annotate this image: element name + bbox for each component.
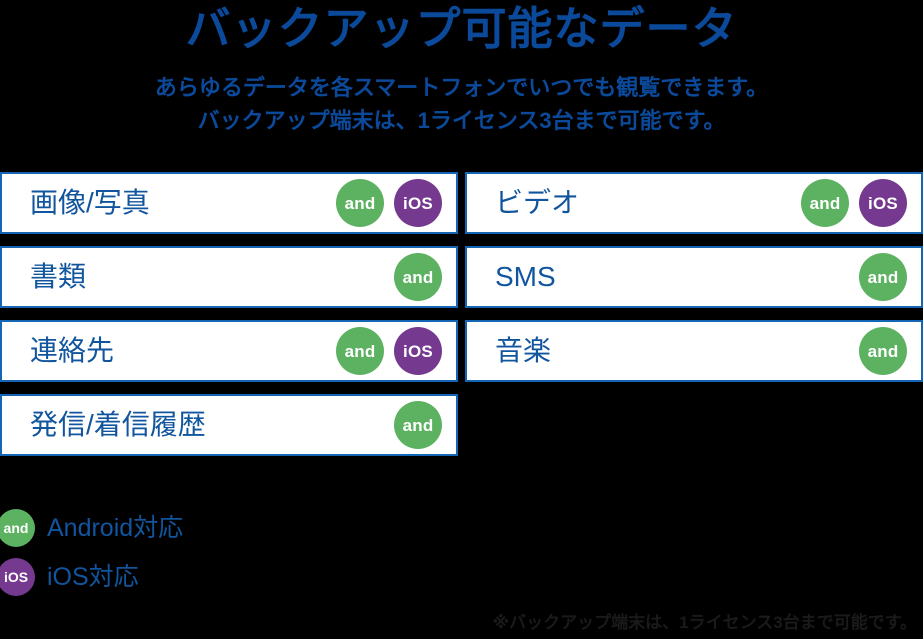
data-type-card[interactable]: ビデオ and iOS (465, 172, 923, 234)
android-badge-icon: and (0, 508, 35, 547)
card-label: 音楽 (495, 335, 552, 366)
grid-row: 発信/着信履歴 and (0, 394, 923, 456)
legend-label: iOS対応 (47, 562, 139, 591)
data-type-grid: 画像/写真 and iOS ビデオ and iOS 書類 and SMS and (0, 172, 923, 468)
subtitle-line-2: バックアップ端末は、1ライセンス3台まで可能です。 (197, 108, 726, 133)
android-badge-icon: and (859, 253, 907, 301)
android-badge-icon: and (336, 179, 384, 227)
ios-badge-icon: iOS (0, 557, 35, 596)
grid-row: 連絡先 and iOS 音楽 and (0, 320, 923, 382)
android-badge-icon: and (801, 179, 849, 227)
card-label: ビデオ (495, 187, 580, 218)
data-type-card[interactable]: 音楽 and (465, 320, 923, 382)
card-label: 連絡先 (30, 335, 115, 366)
ios-badge-icon: iOS (859, 179, 907, 227)
card-badges: and (394, 401, 442, 449)
card-badges: and (394, 253, 442, 301)
legend-item-android: and Android対応 (0, 505, 460, 550)
subtitle-block: あらゆるデータを各スマートフォンでいつでも観覧できます。 バックアップ端末は、1… (0, 71, 923, 137)
android-badge-icon: and (859, 327, 907, 375)
card-badges: and iOS (801, 179, 907, 227)
grid-empty-cell (465, 394, 923, 456)
android-badge-icon: and (336, 327, 384, 375)
card-badges: and (859, 253, 907, 301)
legend-item-ios: iOS iOS対応 (0, 554, 460, 599)
subtitle-line-1: あらゆるデータを各スマートフォンでいつでも観覧できます。 (154, 75, 769, 100)
card-badges: and (859, 327, 907, 375)
page-title: バックアップ可能なデータ (185, 3, 738, 54)
ios-badge-icon: iOS (394, 179, 442, 227)
header: バックアップ可能なデータ あらゆるデータを各スマートフォンでいつでも観覧できます… (0, 0, 923, 137)
card-label: 発信/着信履歴 (30, 409, 206, 440)
data-type-card[interactable]: 発信/着信履歴 and (0, 394, 458, 456)
grid-row: 画像/写真 and iOS ビデオ and iOS (0, 172, 923, 234)
data-type-card[interactable]: 連絡先 and iOS (0, 320, 458, 382)
data-type-card[interactable]: SMS and (465, 246, 923, 308)
legend: and Android対応 iOS iOS対応 (0, 505, 460, 603)
card-label: 書類 (30, 261, 87, 292)
data-type-card[interactable]: 書類 and (0, 246, 458, 308)
legend-label: Android対応 (47, 513, 184, 542)
card-label: 画像/写真 (30, 187, 150, 218)
android-badge-icon: and (394, 253, 442, 301)
android-badge-icon: and (394, 401, 442, 449)
card-badges: and iOS (336, 327, 442, 375)
card-badges: and iOS (336, 179, 442, 227)
grid-row: 書類 and SMS and (0, 246, 923, 308)
footnote: ※バックアップ端末は、1ライセンス3台まで可能です。 (492, 613, 917, 632)
card-label: SMS (495, 261, 556, 292)
data-type-card[interactable]: 画像/写真 and iOS (0, 172, 458, 234)
ios-badge-icon: iOS (394, 327, 442, 375)
